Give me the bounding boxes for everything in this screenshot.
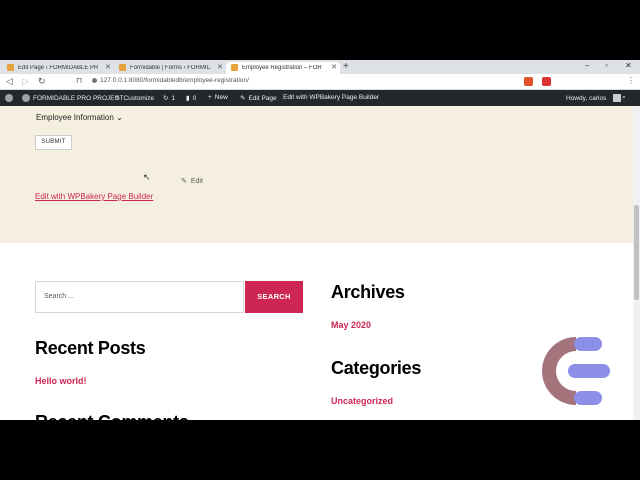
new-content-link[interactable]: + New [208,94,228,101]
page-content-area: Employee Information ⌄ SUBMIT ↖ ✎ Edit E… [0,106,640,243]
scrollbar-thumb[interactable] [634,205,639,300]
uncategorized-link[interactable]: Uncategorized [331,396,393,406]
edit-label: Edit [190,177,203,185]
wordpress-logo-icon[interactable] [5,94,13,102]
brave-shield-icon[interactable] [524,77,533,86]
brush-icon: ✎ [115,95,121,102]
formidable-favicon-icon [119,64,126,71]
rewards-icon[interactable] [542,77,551,86]
edit-page-label: Edit Page [248,94,277,102]
recent-posts-heading: Recent Posts [35,338,146,358]
new-tab-button[interactable]: + [343,61,349,72]
address-bar: ◁ ▷ ↻ ⊓ 127.0.0.1:8080/formidabledb/empl… [0,74,640,90]
updates-link[interactable]: ↻ 1 [163,94,176,103]
updates-count: 1 [171,94,176,102]
dashboard-icon [22,94,30,102]
close-window-button[interactable]: ✕ [625,61,632,70]
search-input[interactable]: Search ... [35,281,244,313]
account-menu[interactable]: Howdy, carlos [566,94,622,102]
employee-information-dropdown[interactable]: Employee Information ⌄ [36,113,123,122]
avatar [613,94,622,102]
wp-admin-bar: FORMIDABLE PRO PROJECT ✎ Customize ↻ 1 ▮… [0,90,640,106]
recent-comments-heading: Recent Comments [35,412,189,420]
customize-link[interactable]: ✎ Customize [115,94,155,103]
edit-page-link[interactable]: ✎ Edit Page [240,94,277,103]
submit-button[interactable]: SUBMIT [35,135,72,150]
comments-link[interactable]: ▮ 0 [186,94,197,103]
tab-formidable-forms[interactable]: Formidable | Forms ‹ FORMIDABLE... ✕ [114,62,226,74]
site-name-label: FORMIDABLE PRO PROJECT [33,94,124,102]
dropdown-label: Employee Information [36,113,114,122]
edit-icon: ✎ [181,178,187,185]
close-tab-icon[interactable]: ✕ [331,63,337,71]
formidable-favicon-icon [231,64,238,71]
pencil-icon: ✎ [240,95,246,102]
archive-may-2020-link[interactable]: May 2020 [331,320,371,330]
chevron-down-icon: ⌄ [116,113,123,122]
categories-heading: Categories [331,358,422,378]
search-icon[interactable]: ⌕ [622,94,626,102]
formidable-favicon-icon [7,64,14,71]
maximize-button[interactable]: ▫ [605,61,608,70]
wpbakery-link[interactable]: Edit with WPBakery Page Builder [35,192,153,201]
forward-arrow-icon[interactable]: ▷ [22,76,29,87]
minimize-button[interactable]: – [585,61,589,70]
browser-window: Edit Page ‹ FORMIDABLE PRO PR... ✕ Formi… [0,60,640,420]
reload-icon[interactable]: ↻ [38,76,46,87]
edit-link[interactable]: ✎ Edit [181,177,203,186]
close-tab-icon[interactable]: ✕ [217,63,223,71]
greeting-label: Howdy, carlos [566,94,607,102]
plus-icon: + [208,94,212,101]
back-arrow-icon[interactable]: ◁ [6,76,13,87]
updates-icon: ↻ [163,95,169,102]
mouse-cursor-icon: ↖ [143,172,151,182]
info-icon[interactable] [92,78,97,83]
bookmark-icon[interactable]: ⊓ [76,76,82,85]
search-button[interactable]: SEARCH [245,281,303,313]
hello-world-link[interactable]: Hello world! [35,376,87,386]
tab-label: Employee Registration – FORMIDA... [242,65,322,71]
archives-heading: Archives [331,282,405,302]
wpbakery-adminbar-link[interactable]: Edit with WPBakery Page Builder [283,94,379,101]
tab-edit-page[interactable]: Edit Page ‹ FORMIDABLE PRO PR... ✕ [2,62,114,74]
tab-strip: Edit Page ‹ FORMIDABLE PRO PR... ✕ Formi… [0,60,640,74]
browser-menu-icon[interactable]: ⋮ [627,76,635,85]
new-label: New [214,94,228,101]
comments-count: 0 [192,94,197,102]
customize-label: Customize [123,94,155,102]
comment-icon: ▮ [186,95,190,102]
channel-logo-icon [542,337,610,405]
tab-label: Formidable | Forms ‹ FORMIDABLE... [130,65,210,71]
tab-label: Edit Page ‹ FORMIDABLE PRO PR... [18,65,98,71]
close-tab-icon[interactable]: ✕ [105,63,111,71]
tab-employee-registration[interactable]: Employee Registration – FORMIDA... ✕ [226,62,340,74]
site-name-link[interactable]: FORMIDABLE PRO PROJECT [22,94,123,102]
url-field[interactable]: 127.0.0.1:8080/formidabledb/employee-reg… [100,77,249,84]
